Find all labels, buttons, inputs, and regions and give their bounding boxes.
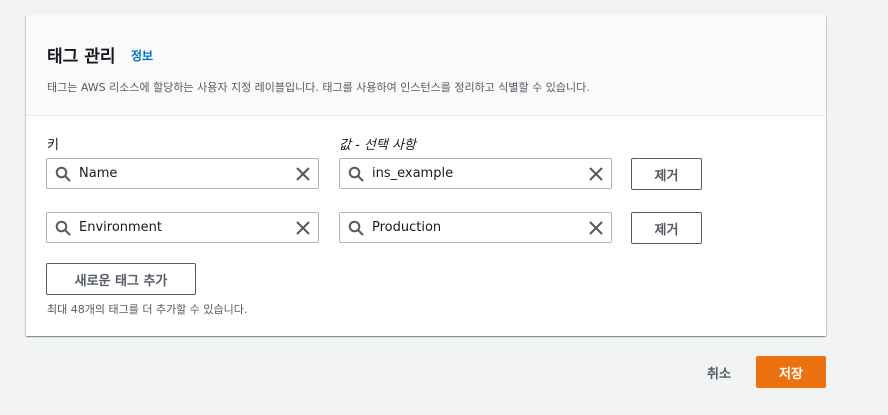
search-icon (348, 220, 364, 236)
close-icon[interactable] (587, 165, 605, 183)
close-icon[interactable] (294, 219, 312, 237)
search-icon (55, 166, 71, 182)
cancel-button[interactable]: 취소 (707, 363, 731, 382)
tag-key-field-2[interactable] (46, 212, 319, 243)
tag-limit-note: 최대 48개의 태그를 더 추가할 수 있습니다. (47, 303, 248, 316)
tag-value-input-2[interactable] (372, 217, 582, 238)
panel-title: 태그 관리 (47, 47, 116, 67)
remove-tag-button-2[interactable]: 제거 (631, 212, 702, 244)
manage-tags-panel: 태그 관리 정보 태그는 AWS 리소스에 할당하는 사용자 지정 레이블입니다… (26, 15, 826, 336)
info-link[interactable]: 정보 (131, 47, 153, 64)
tag-value-field-2[interactable] (339, 212, 612, 243)
panel-header: 태그 관리 정보 태그는 AWS 리소스에 할당하는 사용자 지정 레이블입니다… (26, 15, 826, 116)
tag-key-input-2[interactable] (79, 217, 289, 238)
key-column-label: 키 (47, 138, 59, 153)
tag-key-input-1[interactable] (79, 163, 289, 184)
search-icon (55, 220, 71, 236)
close-icon[interactable] (587, 219, 605, 237)
add-tag-button[interactable]: 새로운 태그 추가 (46, 263, 196, 295)
tag-key-field-1[interactable] (46, 158, 319, 189)
remove-tag-button-1[interactable]: 제거 (631, 158, 702, 190)
tag-value-input-1[interactable] (372, 163, 582, 184)
search-icon (348, 166, 364, 182)
panel-description: 태그는 AWS 리소스에 할당하는 사용자 지정 레이블입니다. 태그를 사용하… (47, 81, 590, 94)
save-button[interactable]: 저장 (756, 356, 826, 388)
tag-value-field-1[interactable] (339, 158, 612, 189)
value-column-label: 값 - 선택 사항 (339, 138, 416, 153)
close-icon[interactable] (294, 165, 312, 183)
